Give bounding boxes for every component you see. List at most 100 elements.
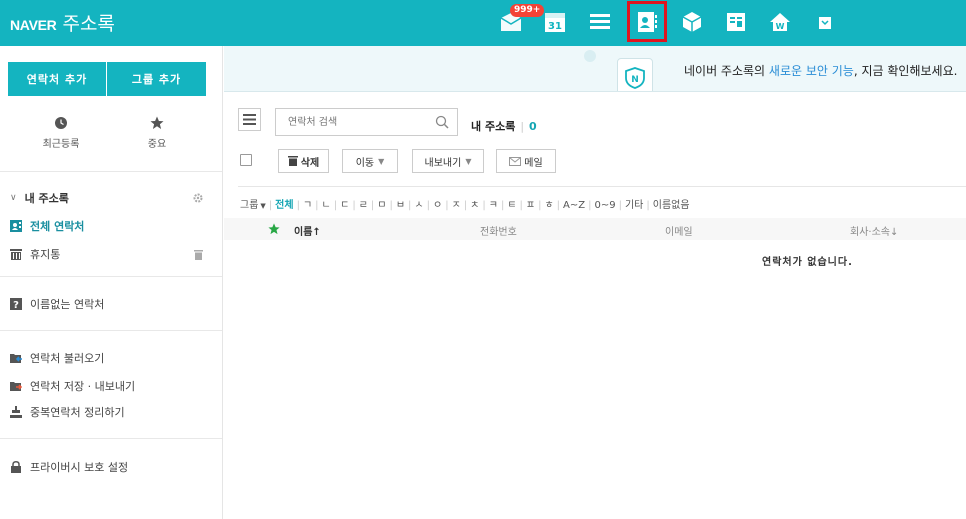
separator: | <box>519 200 523 211</box>
divider <box>0 438 222 439</box>
trash-icon <box>287 156 298 166</box>
shield-icon: N <box>617 58 653 91</box>
separator: | <box>408 200 412 211</box>
search-icon[interactable] <box>435 115 449 129</box>
starred-contacts-link[interactable]: 중요 <box>127 116 187 150</box>
add-contact-button[interactable]: 연락처 추가 <box>8 62 106 96</box>
empty-trash-icon[interactable] <box>194 250 203 260</box>
my-addressbook-label: 내 주소록 <box>24 192 69 205</box>
letter-filter[interactable]: ㅌ <box>507 200 516 211</box>
letter-filter[interactable]: ㄷ <box>340 200 349 211</box>
star-icon[interactable] <box>268 223 280 235</box>
unnamed-label: 이름없는 연락처 <box>30 298 105 311</box>
search-input[interactable] <box>276 109 426 135</box>
sidebar: 연락처 추가 그룹 추가 최근등록 중요 ∨ 내 주소록 전체 연락처 휴지통 … <box>0 46 223 519</box>
banner-suffix: , 지금 확인해보세요. <box>853 64 958 78</box>
export-button[interactable]: 내보내기 ▼ <box>412 149 484 173</box>
separator: | <box>500 200 505 211</box>
column-company[interactable]: 회사·소속↓ <box>850 223 898 238</box>
filter-all[interactable]: 전체 <box>275 200 293 211</box>
question-icon: ? <box>10 298 22 310</box>
dedupe-label: 중복연락처 정리하기 <box>30 406 125 419</box>
search-box <box>275 108 458 136</box>
caret-down-icon: ▼ <box>260 202 266 210</box>
home-icon[interactable]: W <box>768 10 792 34</box>
column-phone[interactable]: 전화번호 <box>480 223 517 238</box>
sidebar-item-unnamed[interactable]: ? 이름없는 연락처 <box>10 295 104 313</box>
select-all-checkbox[interactable] <box>240 154 252 166</box>
letter-filter[interactable]: 이름없음 <box>653 200 690 211</box>
letter-filter[interactable]: ㄱ <box>303 200 312 211</box>
letter-filter[interactable]: ㅈ <box>452 200 461 211</box>
table-header: 이름↑ 전화번호 이메일 회사·소속↓ <box>224 218 966 240</box>
letter-filter[interactable]: ㅅ <box>414 200 423 211</box>
trash-label: 휴지통 <box>30 248 61 261</box>
banner-text[interactable]: 네이버 주소록의 새로운 보안 기능, 지금 확인해보세요. <box>684 62 957 79</box>
sidebar-item-export[interactable]: 연락처 저장 · 내보내기 <box>10 377 135 395</box>
clock-icon <box>55 117 67 129</box>
banner-highlight[interactable]: 새로운 보안 기능 <box>769 64 854 78</box>
app-title[interactable]: 주소록 <box>62 9 114 36</box>
column-name[interactable]: 이름↑ <box>294 223 321 238</box>
mail-count-badge: 999+ <box>510 4 545 17</box>
letter-filter[interactable]: 0~9 <box>595 200 616 211</box>
chevron-down-icon[interactable]: ∨ <box>10 193 17 203</box>
group-label: 그룹 <box>240 200 259 211</box>
sidebar-item-privacy[interactable]: 프라이버시 보호 설정 <box>10 458 128 476</box>
separator: | <box>315 200 319 211</box>
top-bar: NAVER 주소록 999+ 31 W <box>0 0 966 46</box>
delete-label: 삭제 <box>300 157 320 169</box>
list-icon[interactable] <box>588 10 612 34</box>
sidebar-item-dedupe[interactable]: 중복연락처 정리하기 <box>10 403 125 421</box>
separator: | <box>268 200 273 211</box>
calendar-icon[interactable]: 31 <box>543 10 567 34</box>
more-apps-icon[interactable] <box>813 10 837 34</box>
group-filter-dropdown[interactable]: 그룹 ▼ <box>240 200 266 211</box>
letter-filter[interactable]: ㅎ <box>544 200 553 211</box>
import-icon <box>10 354 22 363</box>
letter-filter[interactable]: ㅊ <box>470 200 479 211</box>
initial-filter-bar: 그룹 ▼ | 전체 | ㄱ | ㄴ | ㄷ | ㄹ | ㅁ | ㅂ | ㅅ | ㅇ | ㅈ | ㅊ | ㅋ | ㅌ | ㅍ | ㅎ | A~Z | 0… <box>240 196 690 211</box>
contacts-card-icon <box>10 220 22 232</box>
separator: | <box>445 200 449 211</box>
letter-filter[interactable]: ㄴ <box>322 200 331 211</box>
delete-button[interactable]: 삭제 <box>278 149 329 173</box>
gear-icon[interactable] <box>193 193 203 203</box>
letter-filter[interactable]: ㅂ <box>396 200 405 211</box>
brand[interactable]: NAVER 주소록 <box>10 9 115 36</box>
naver-logo[interactable]: NAVER <box>10 17 57 33</box>
banner-prefix: 네이버 주소록의 <box>684 64 769 78</box>
letter-filter[interactable]: A~Z <box>563 200 585 211</box>
decorative-circle <box>584 50 596 62</box>
letter-filter[interactable]: ㅍ <box>526 200 535 211</box>
security-banner[interactable]: N 네이버 주소록의 새로운 보안 기능, 지금 확인해보세요. <box>224 46 966 92</box>
sidebar-item-import[interactable]: 연락처 불러오기 <box>10 349 104 367</box>
letter-filter[interactable]: ㅋ <box>489 200 498 211</box>
my-addressbook-toggle[interactable]: ∨ 내 주소록 <box>10 189 69 207</box>
letter-filter[interactable]: ㄹ <box>359 200 368 211</box>
add-group-button[interactable]: 그룹 추가 <box>107 62 206 96</box>
separator: | <box>333 200 338 211</box>
import-label: 연락처 불러오기 <box>30 352 105 365</box>
separator: | <box>618 200 622 211</box>
cube-icon[interactable] <box>680 10 704 34</box>
move-button[interactable]: 이동 ▼ <box>342 149 398 173</box>
recent-contacts-link[interactable]: 최근등록 <box>31 116 91 150</box>
memo-icon[interactable] <box>724 10 748 34</box>
column-email[interactable]: 이메일 <box>665 223 693 238</box>
pipe-separator: | <box>520 120 525 133</box>
separator: | <box>482 200 486 211</box>
move-label: 이동 <box>355 157 375 169</box>
letter-filter[interactable]: ㅁ <box>377 200 386 211</box>
hamburger-icon <box>243 114 256 125</box>
menu-toggle-button[interactable] <box>238 108 261 131</box>
letter-filter[interactable]: ㅇ <box>433 200 442 211</box>
trash-icon <box>10 249 22 260</box>
separator: | <box>463 200 468 211</box>
sidebar-item-all-contacts[interactable]: 전체 연락처 <box>10 217 84 235</box>
separator: | <box>538 200 542 211</box>
sidebar-item-trash[interactable]: 휴지통 <box>10 245 60 263</box>
recent-label: 최근등록 <box>42 139 80 150</box>
letter-filter[interactable]: 기타 <box>625 200 643 211</box>
mail-button[interactable]: 메일 <box>496 149 556 173</box>
